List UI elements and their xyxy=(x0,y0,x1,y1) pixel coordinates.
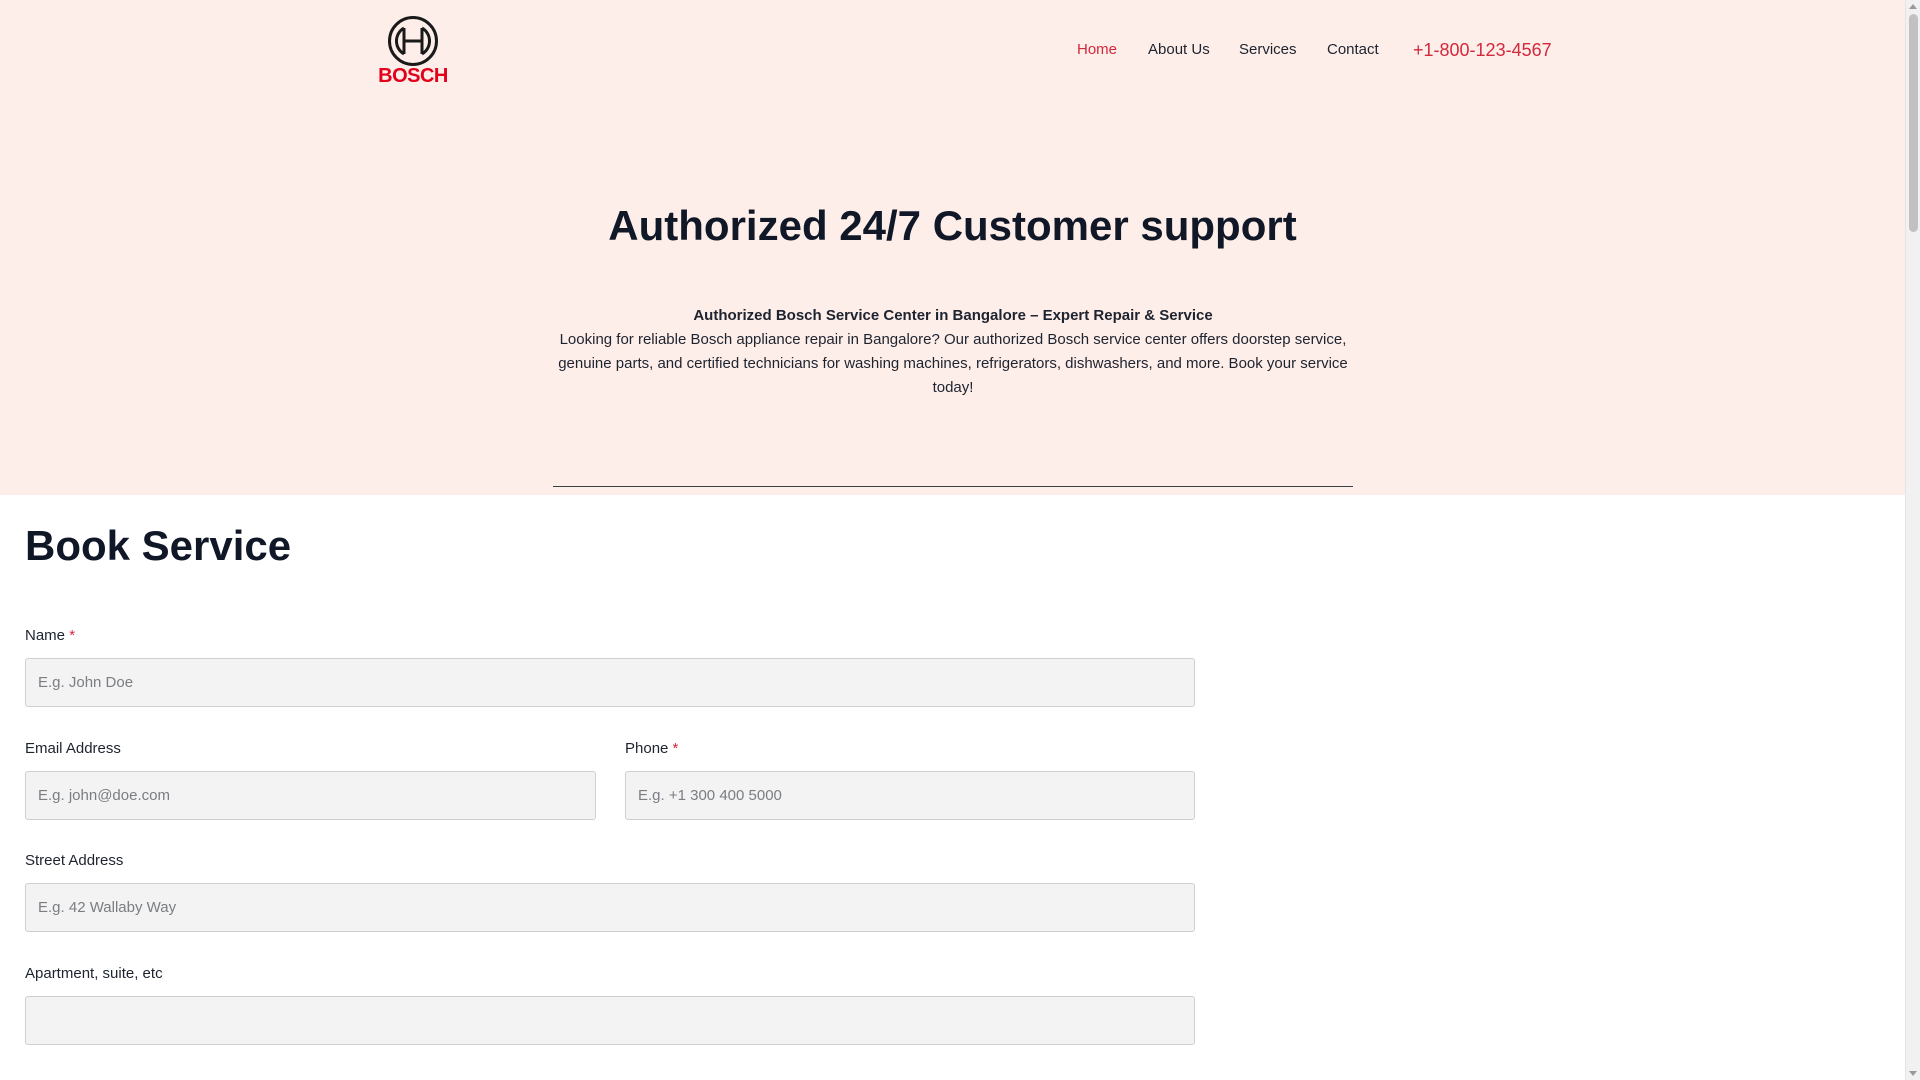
name-label: Name * xyxy=(25,626,75,646)
phone-label-text: Phone xyxy=(625,740,669,757)
scroll-up-icon[interactable] xyxy=(1909,4,1917,9)
bosch-logo[interactable]: BOSCH xyxy=(378,16,448,87)
hero-intro: Authorized Bosch Service Center in Banga… xyxy=(548,304,1358,400)
form-title: Book Service xyxy=(25,522,292,569)
phone-label: Phone * xyxy=(625,739,678,759)
name-input[interactable] xyxy=(25,658,1195,707)
apartment-input[interactable] xyxy=(25,996,1195,1045)
nav-services-link[interactable]: Services xyxy=(1239,38,1297,62)
nav-home-link[interactable]: Home xyxy=(1077,38,1117,62)
hero-title: Authorized 24/7 Customer support xyxy=(608,202,1297,249)
logo-wordmark: BOSCH xyxy=(378,65,448,87)
street-address-label: Street Address xyxy=(25,852,124,869)
phone-input[interactable] xyxy=(625,771,1195,820)
nav-phone-link[interactable]: +1-800-123-4567 xyxy=(1413,38,1552,62)
required-marker: * xyxy=(672,740,679,757)
required-marker: * xyxy=(69,627,76,644)
hero-subtitle: Authorized Bosch Service Center in Banga… xyxy=(693,307,1213,324)
nav-about-link[interactable]: About Us xyxy=(1148,38,1210,62)
bosch-armature-icon xyxy=(388,16,438,66)
scroll-down-icon[interactable] xyxy=(1909,1071,1917,1076)
name-label-text: Name xyxy=(25,627,66,644)
apartment-label: Apartment, suite, etc xyxy=(25,965,163,982)
scrollbar-thumb[interactable] xyxy=(1909,14,1918,232)
nav-contact-link[interactable]: Contact xyxy=(1327,38,1379,62)
email-input[interactable] xyxy=(25,771,596,820)
email-label: Email Address xyxy=(25,740,121,757)
hero-divider xyxy=(553,486,1353,487)
page-scrollbar[interactable] xyxy=(1905,0,1920,1080)
street-address-input[interactable] xyxy=(25,883,1195,932)
hero-description: Looking for reliable Bosch appliance rep… xyxy=(558,331,1348,396)
